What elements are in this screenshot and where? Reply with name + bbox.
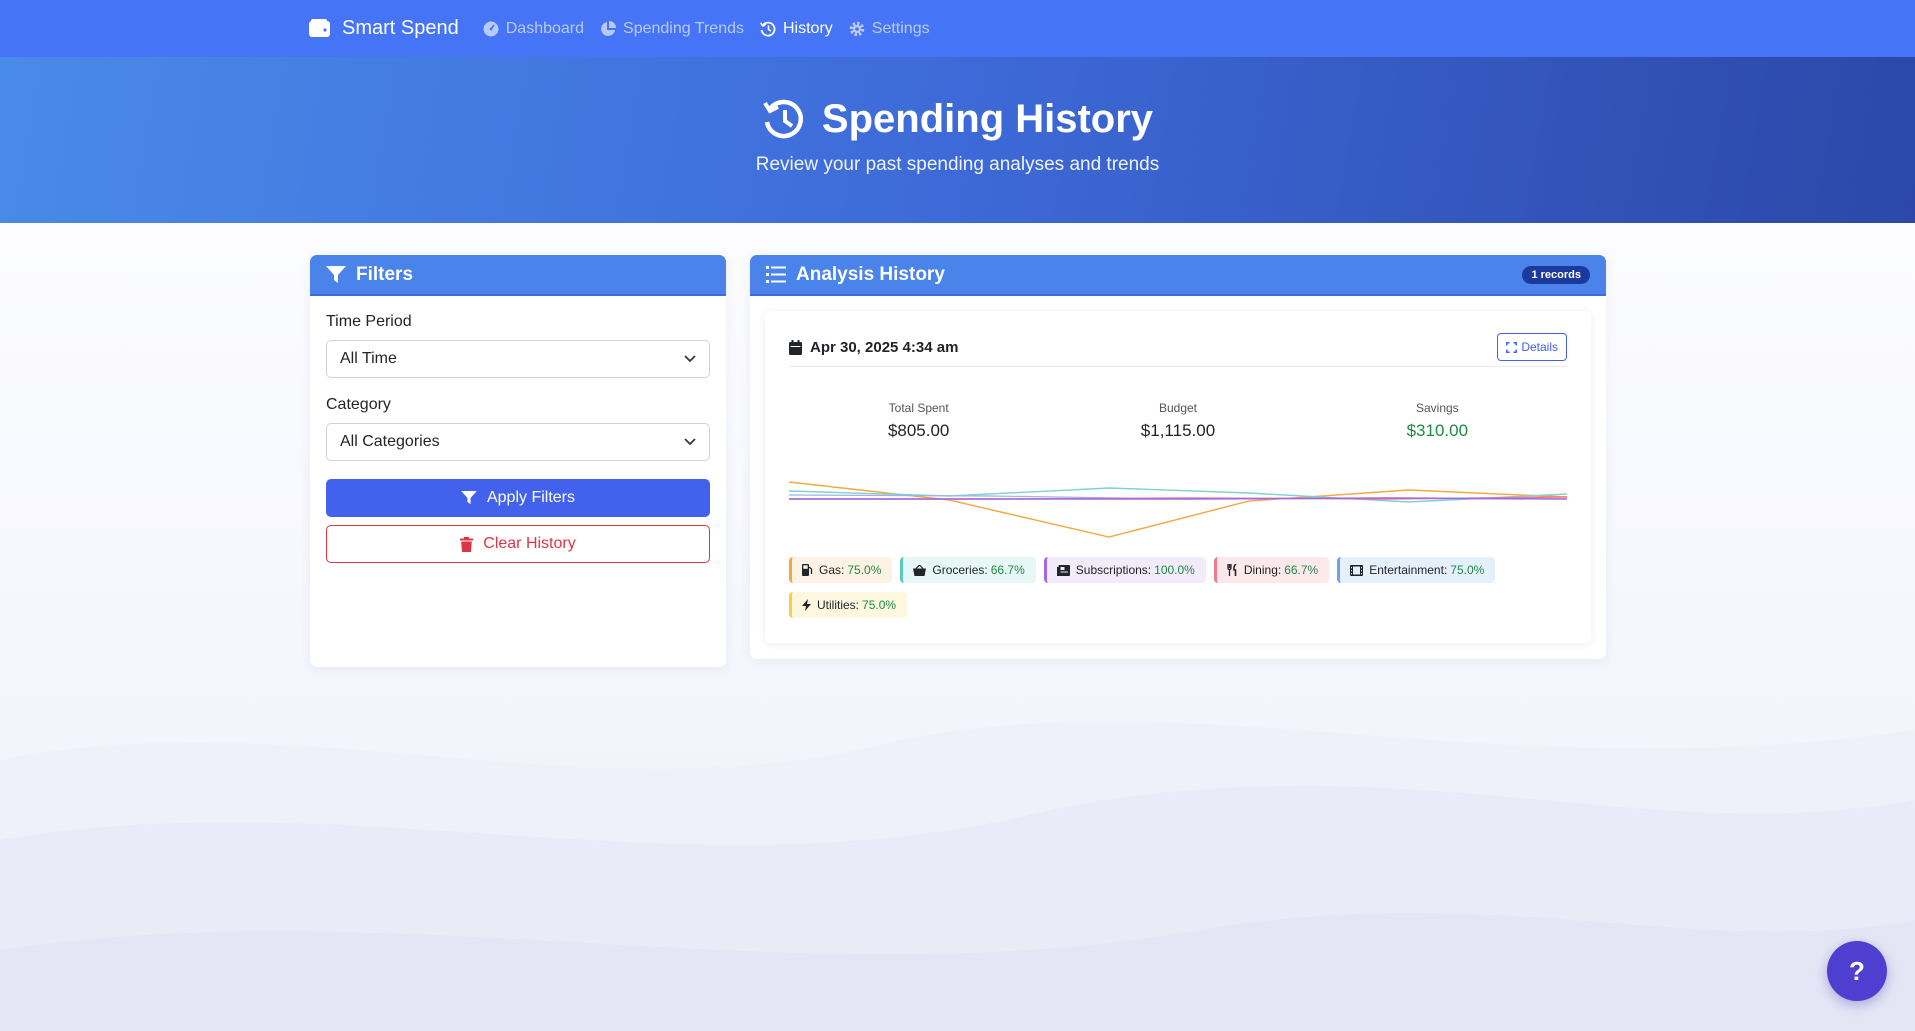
navbar: Smart Spend Dashboard Spending Trends Hi…: [0, 0, 1915, 57]
apply-filters-label: Apply Filters: [486, 489, 576, 506]
nav-spending-trends-label: Spending Trends: [623, 19, 744, 37]
category-tag-entertainment: Entertainment: 75.0%: [1337, 557, 1496, 583]
nav-spending-trends[interactable]: Spending Trends: [600, 20, 744, 38]
category-tag-subscriptions-name: Subscriptions:: [1075, 563, 1152, 577]
question-icon: ?: [1849, 955, 1865, 986]
category-tag-groceries-pct: 66.7%: [990, 563, 1025, 577]
total-spent-stat: Total Spent $805.00: [789, 401, 1048, 441]
category-label: Category: [326, 396, 391, 413]
category-tag-dining: Dining: 66.7%: [1213, 557, 1330, 583]
budget-label: Budget: [1158, 401, 1198, 415]
clear-history-label: Clear History: [483, 535, 576, 552]
details-button[interactable]: Details: [1497, 333, 1567, 361]
category-tag-entertainment-pct: 75.0%: [1450, 563, 1485, 577]
gear-icon: [849, 21, 865, 36]
nav-history[interactable]: History: [760, 20, 833, 38]
category-tag-subscriptions: Subscriptions: 100.0%: [1043, 557, 1206, 583]
budget-stat: Budget $1,115.00: [1048, 401, 1307, 441]
category-tag-utilities-pct: 75.0%: [862, 598, 897, 612]
details-label: Details: [1521, 340, 1558, 354]
category-tag-groceries: Groceries: 66.7%: [900, 557, 1036, 583]
help-button[interactable]: ?: [1827, 941, 1887, 1001]
calendar-icon: [789, 340, 802, 355]
apply-filters-button[interactable]: Apply Filters: [326, 479, 710, 517]
analysis-history-card: Analysis History 1 records Apr 30, 2025 …: [750, 255, 1606, 659]
utensils-icon: [1227, 564, 1237, 576]
brand-name: Smart Spend: [342, 17, 459, 39]
category-trend-sparkline: [789, 481, 1567, 538]
category-tag-gas-name: Gas:: [819, 563, 845, 577]
basket-icon: [913, 564, 927, 576]
page-title-row: Spending History: [0, 97, 1915, 142]
category-value: All Categories: [340, 433, 440, 450]
analysis-history-title: Analysis History: [796, 263, 945, 285]
dashboard-icon: [483, 21, 499, 36]
clear-history-button[interactable]: Clear History: [326, 525, 710, 563]
record-stats: Total Spent $805.00 Budget $1,115.00 Sav…: [789, 401, 1567, 441]
filter-icon: [461, 491, 477, 505]
savings-stat: Savings $310.00: [1308, 401, 1567, 441]
category-tag-gas-pct: 75.0%: [847, 563, 882, 577]
savings-value: $310.00: [1406, 421, 1469, 440]
page-hero: Spending History Review your past spendi…: [0, 57, 1915, 223]
history-icon: [760, 21, 776, 36]
gas-pump-icon: [802, 564, 813, 576]
time-period-value: All Time: [340, 350, 397, 367]
filters-title: Filters: [356, 263, 414, 285]
nav-dashboard[interactable]: Dashboard: [483, 20, 584, 38]
nav-dashboard-label: Dashboard: [505, 19, 585, 37]
filter-icon: [326, 265, 346, 283]
time-period-label: Time Period: [326, 313, 412, 330]
history-record: Apr 30, 2025 4:34 am Details Total Spent…: [765, 311, 1591, 643]
page-title: Spending History: [821, 97, 1154, 141]
film-icon: [1350, 564, 1364, 576]
category-tag-utilities-name: Utilities:: [817, 598, 860, 612]
wallet-icon: [309, 19, 330, 37]
category-tag-entertainment-name: Entertainment:: [1369, 563, 1448, 577]
brand[interactable]: Smart Spend: [309, 17, 459, 40]
chevron-down-icon: [684, 355, 696, 363]
category-tag-subscriptions-pct: 100.0%: [1154, 563, 1195, 577]
nav-settings-label: Settings: [871, 19, 930, 37]
trash-icon: [460, 536, 474, 552]
nav-history-label: History: [783, 19, 833, 37]
total-spent-value: $805.00: [887, 421, 950, 440]
newspaper-icon: [1056, 564, 1070, 576]
record-header: Apr 30, 2025 4:34 am Details: [789, 333, 1567, 367]
history-icon: [763, 99, 803, 138]
category-tag-dining-name: Dining:: [1243, 563, 1282, 577]
pie-chart-icon: [601, 20, 617, 36]
category-select[interactable]: All Categories: [326, 423, 710, 461]
category-tags: Gas: 75.0% Groceries: 66.7% Subscriptions:…: [789, 557, 1567, 627]
bolt-icon: [802, 599, 811, 611]
category-tag-groceries-name: Groceries:: [932, 563, 988, 577]
category-tag-dining-pct: 66.7%: [1284, 563, 1319, 577]
page-subtitle: Review your past spending analyses and t…: [755, 154, 1160, 175]
list-icon: [766, 266, 786, 283]
record-date: Apr 30, 2025 4:34 am: [789, 339, 958, 356]
budget-value: $1,115.00: [1140, 421, 1216, 440]
savings-label: Savings: [1415, 401, 1459, 415]
expand-icon: [1506, 341, 1518, 353]
background-waves: [0, 721, 1915, 1031]
time-period-select[interactable]: All Time: [326, 340, 710, 378]
category-tag-gas: Gas: 75.0%: [789, 557, 893, 583]
records-count-badge: 1 records: [1522, 265, 1590, 284]
filters-header: Filters: [310, 255, 726, 296]
category-tag-utilities: Utilities: 75.0%: [789, 592, 908, 618]
chevron-down-icon: [684, 438, 696, 446]
analysis-history-header: Analysis History 1 records: [750, 255, 1606, 296]
filters-card: Filters Time Period All Time Category Al…: [310, 255, 726, 667]
total-spent-label: Total Spent: [888, 401, 949, 415]
record-date-text: Apr 30, 2025 4:34 am: [810, 339, 959, 356]
nav-settings[interactable]: Settings: [849, 20, 930, 38]
